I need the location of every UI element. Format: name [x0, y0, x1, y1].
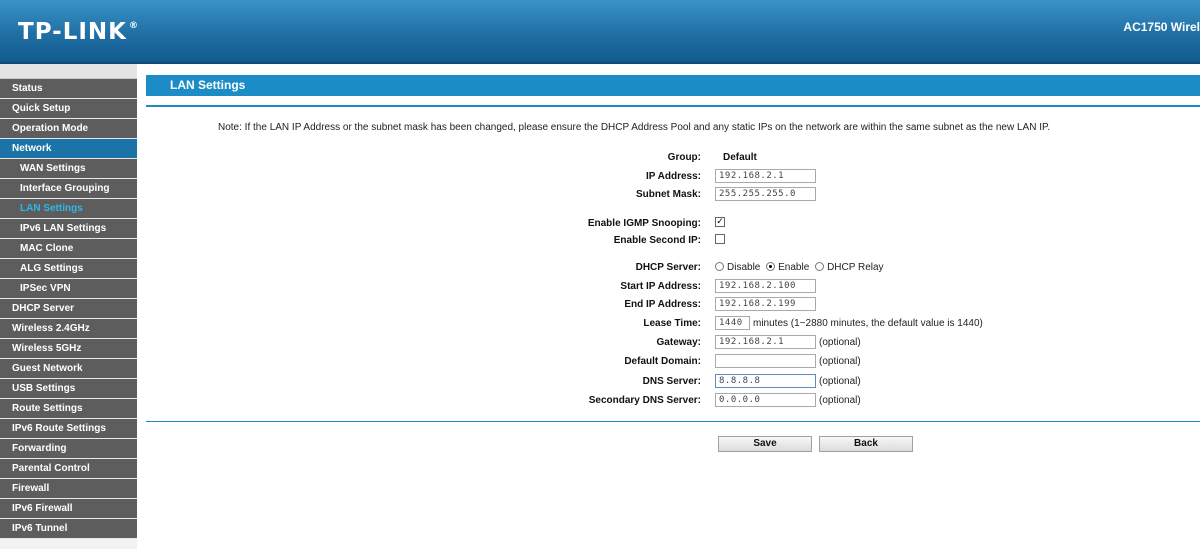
igmp-snooping-label: Enable IGMP Snooping: — [587, 218, 701, 229]
lease-time-hint: minutes (1~2880 minutes, the default val… — [753, 318, 983, 329]
secondary-dns-label: Secondary DNS Server: — [588, 395, 701, 406]
dhcp-relay-label: DHCP Relay — [827, 262, 884, 273]
secondary-dns-optional: (optional) — [819, 395, 861, 406]
sidebar-item-wireless-5ghz[interactable]: Wireless 5GHz — [0, 339, 137, 359]
title-divider — [146, 105, 1200, 107]
header: TP-LINK ® AC1750 Wirel — [0, 0, 1200, 64]
dhcp-enable-radio[interactable] — [766, 261, 776, 271]
sidebar-item-ipv6-route-settings[interactable]: IPv6 Route Settings — [0, 419, 137, 439]
sidebar-item-ipv6-lan-settings[interactable]: IPv6 LAN Settings — [0, 219, 137, 239]
ip-address-input[interactable]: 192.168.2.1 — [715, 169, 816, 183]
sidebar-item-wireless-2-4ghz[interactable]: Wireless 2.4GHz — [0, 319, 137, 339]
default-domain-label: Default Domain: — [624, 356, 701, 367]
lan-note: Note: If the LAN IP Address or the subne… — [218, 122, 1051, 133]
page-title: LAN Settings — [170, 78, 246, 92]
sidebar-item-quick-setup[interactable]: Quick Setup — [0, 99, 137, 119]
sidebar-item-operation-mode[interactable]: Operation Mode — [0, 119, 137, 139]
secondary-dns-input[interactable]: 0.0.0.0 — [715, 393, 816, 407]
sidebar-item-parental-control[interactable]: Parental Control — [0, 459, 137, 479]
sidebar-item-interface-grouping[interactable]: Interface Grouping — [0, 179, 137, 199]
sidebar-item-wan-settings[interactable]: WAN Settings — [0, 159, 137, 179]
page-title-bar: LAN Settings — [146, 75, 1200, 96]
sidebar-item-ipsec-vpn[interactable]: IPSec VPN — [0, 279, 137, 299]
second-ip-label: Enable Second IP: — [613, 235, 701, 246]
group-label: Group: — [667, 152, 701, 163]
sidebar-item-dhcp-server[interactable]: DHCP Server — [0, 299, 137, 319]
ip-address-label: IP Address: — [645, 171, 701, 182]
dhcp-disable-label: Disable — [727, 262, 761, 273]
sidebar-top-spacer — [0, 64, 137, 79]
sidebar-item-lan-settings[interactable]: LAN Settings — [0, 199, 137, 219]
sidebar-item-alg-settings[interactable]: ALG Settings — [0, 259, 137, 279]
tp-link-logo: TP-LINK ® — [18, 19, 139, 45]
end-ip-label: End IP Address: — [624, 299, 701, 310]
dhcp-disable-radio[interactable] — [715, 261, 724, 271]
start-ip-label: Start IP Address: — [620, 281, 701, 292]
domain-optional: (optional) — [819, 356, 861, 367]
sidebar-item-status[interactable]: Status — [0, 79, 137, 99]
igmp-snooping-checkbox[interactable]: ✓ — [715, 217, 725, 227]
second-ip-checkbox[interactable] — [715, 234, 725, 244]
gateway-optional: (optional) — [819, 337, 861, 348]
sidebar-item-route-settings[interactable]: Route Settings — [0, 399, 137, 419]
start-ip-input[interactable]: 192.168.2.100 — [715, 279, 816, 293]
save-button[interactable]: Save — [718, 436, 812, 452]
sidebar-item-forwarding[interactable]: Forwarding — [0, 439, 137, 459]
dhcp-server-radio-group: Disable Enable DHCP Relay — [715, 261, 884, 273]
gateway-input[interactable]: 192.168.2.1 — [715, 335, 816, 349]
dhcp-enable-label: Enable — [778, 262, 810, 273]
dhcp-server-label: DHCP Server: — [635, 262, 701, 273]
dns-server-label: DNS Server: — [642, 376, 701, 387]
gateway-label: Gateway: — [656, 337, 701, 348]
dns-server-input[interactable]: 8.8.8.8 — [715, 374, 816, 388]
dhcp-relay-radio[interactable] — [815, 261, 825, 271]
sidebar-item-ipv6-tunnel[interactable]: IPv6 Tunnel — [0, 519, 137, 539]
sidebar: Status Quick Setup Operation Mode Network WA… — [0, 64, 137, 549]
default-domain-input[interactable] — [715, 354, 816, 368]
subnet-mask-input[interactable]: 255.255.255.0 — [715, 187, 816, 201]
sidebar-item-ipv6-firewall[interactable]: IPv6 Firewall — [0, 499, 137, 519]
lease-time-input[interactable]: 1440 — [715, 316, 750, 330]
main-content: LAN Settings Note: If the LAN IP Address… — [146, 75, 1200, 549]
sidebar-item-mac-clone[interactable]: MAC Clone — [0, 239, 137, 259]
group-value: Default — [723, 152, 757, 163]
back-button[interactable]: Back — [819, 436, 913, 452]
end-ip-input[interactable]: 192.168.2.199 — [715, 297, 816, 311]
bottom-divider — [146, 421, 1200, 422]
sidebar-item-usb-settings[interactable]: USB Settings — [0, 379, 137, 399]
sidebar-item-network[interactable]: Network — [0, 139, 137, 159]
sidebar-item-firewall[interactable]: Firewall — [0, 479, 137, 499]
model-name: AC1750 Wirel — [1123, 20, 1200, 34]
sidebar-item-guest-network[interactable]: Guest Network — [0, 359, 137, 379]
dns-optional: (optional) — [819, 376, 861, 387]
lease-time-label: Lease Time: — [643, 318, 701, 329]
subnet-mask-label: Subnet Mask: — [635, 189, 701, 200]
sidebar-menu: Status Quick Setup Operation Mode Network WA… — [0, 79, 137, 539]
